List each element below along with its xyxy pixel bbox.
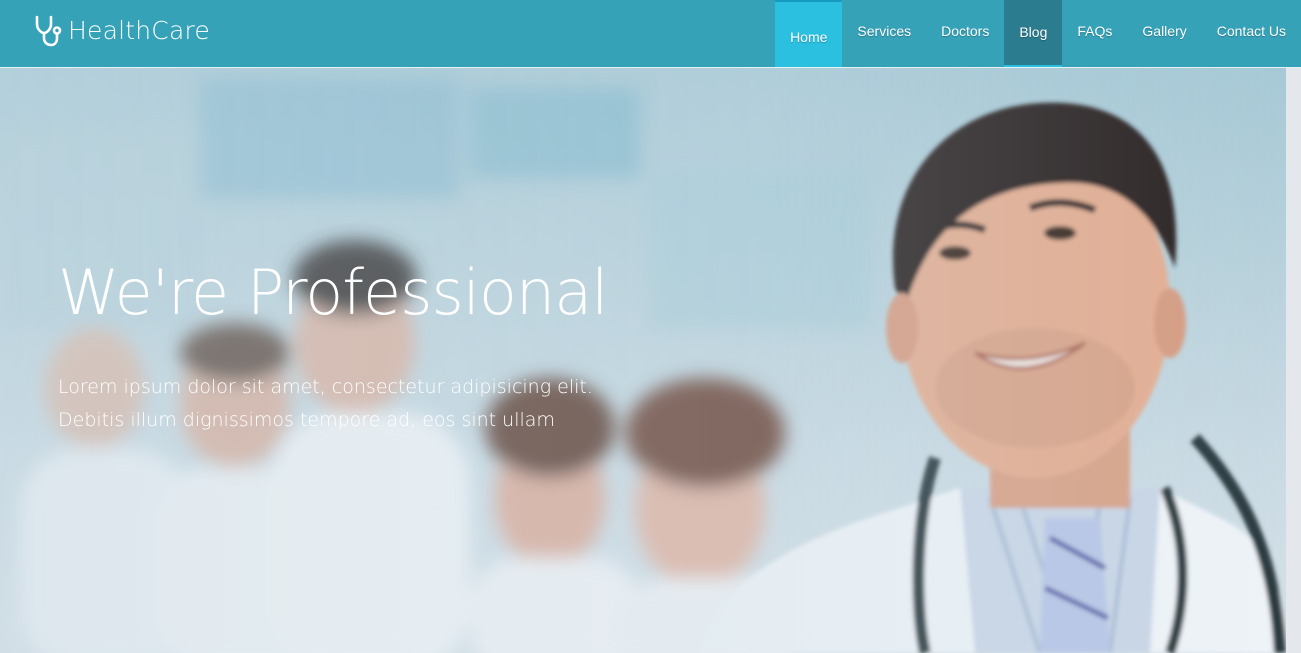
nav-item-label: Home	[790, 28, 828, 45]
nav-item-label: FAQs	[1077, 22, 1113, 39]
nav-item-contact-us[interactable]: Contact Us	[1202, 0, 1301, 67]
main-nav: Home Services Doctors Blog FAQs Gallery …	[775, 0, 1301, 67]
nav-item-home[interactable]: Home	[775, 0, 843, 67]
nav-item-doctors[interactable]: Doctors	[926, 0, 1004, 67]
nav-item-label: Blog	[1019, 23, 1048, 40]
nav-item-label: Doctors	[941, 22, 990, 39]
stethoscope-icon	[34, 15, 62, 47]
hero-title: We're Professional	[58, 256, 608, 329]
nav-item-label: Services	[857, 22, 912, 39]
nav-item-label: Contact Us	[1216, 22, 1286, 39]
navbar: HealthCare Home Services Doctors Blog FA…	[0, 0, 1301, 68]
nav-item-blog[interactable]: Blog	[1004, 0, 1063, 67]
hero-content: We're Professional Lorem ipsum dolor sit…	[58, 253, 658, 437]
brand-name: HealthCare	[68, 16, 210, 45]
nav-item-gallery[interactable]: Gallery	[1127, 0, 1201, 67]
hero-section: We're Professional Lorem ipsum dolor sit…	[0, 68, 1301, 653]
brand-logo[interactable]: HealthCare	[34, 15, 210, 47]
nav-item-faqs[interactable]: FAQs	[1062, 0, 1127, 67]
nav-item-label: Gallery	[1142, 22, 1187, 39]
nav-item-services[interactable]: Services	[842, 0, 926, 67]
hero-description: Lorem ipsum dolor sit amet, consectetur …	[58, 376, 593, 431]
scrollbar-track[interactable]	[1286, 68, 1301, 653]
